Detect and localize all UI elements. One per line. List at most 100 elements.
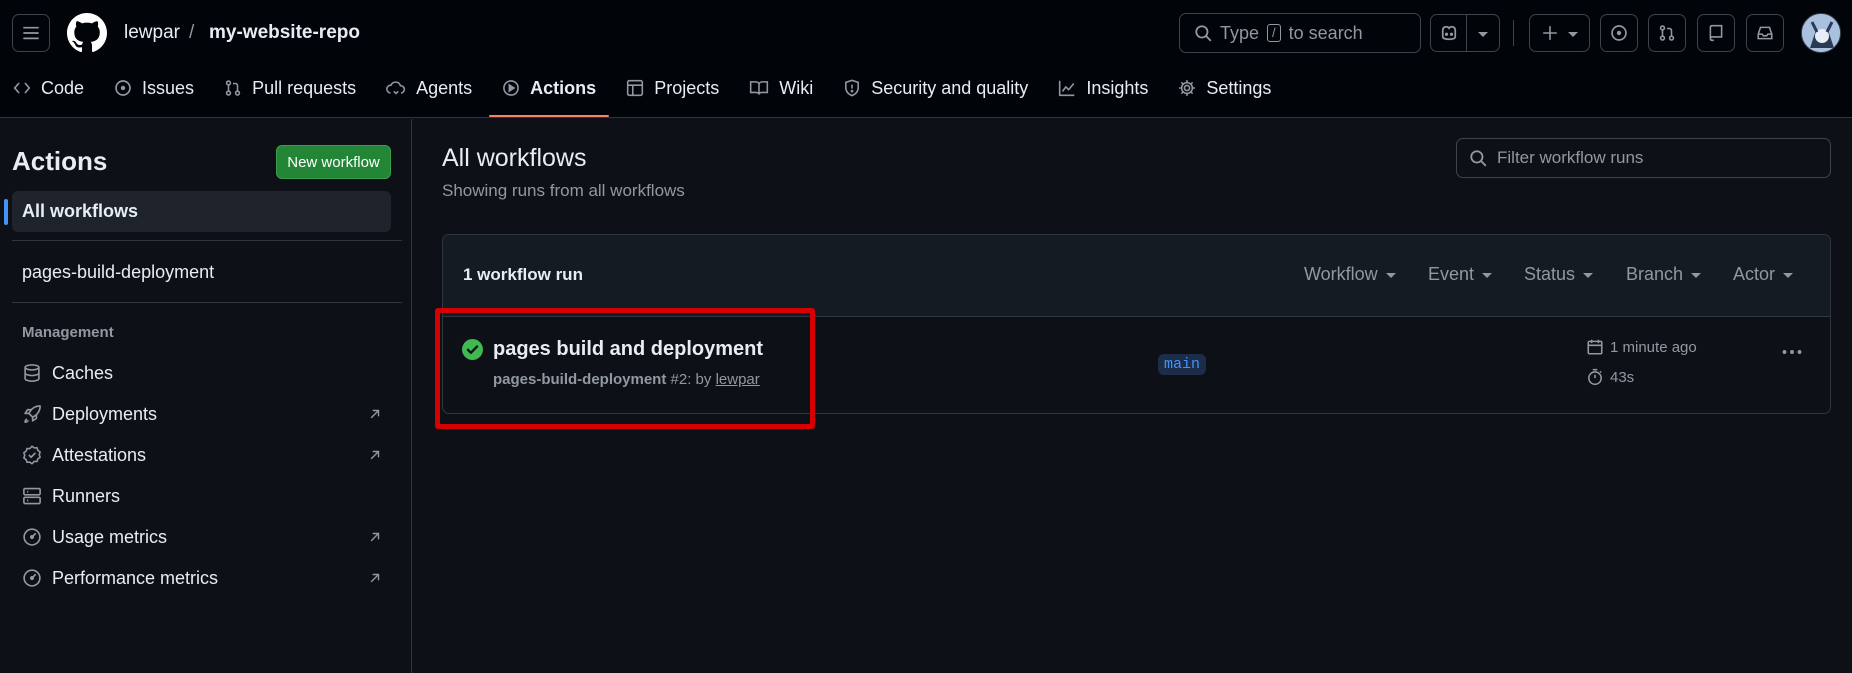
divider <box>12 302 402 303</box>
inbox-icon <box>1757 26 1773 40</box>
external-link-icon <box>368 571 382 585</box>
issues-button[interactable] <box>1600 14 1638 52</box>
rocket-icon <box>22 404 52 424</box>
tab-label: Actions <box>530 77 597 98</box>
external-link-icon <box>368 530 382 544</box>
menu-button[interactable] <box>12 14 50 52</box>
filter-placeholder: Filter workflow runs <box>1497 148 1644 167</box>
divider <box>12 240 402 241</box>
tab-security[interactable]: Security and quality <box>830 70 1041 106</box>
sidebar-item-runners[interactable]: Runners <box>22 481 382 511</box>
search-suffix: to search <box>1288 22 1363 43</box>
inbox-button[interactable] <box>1746 14 1784 52</box>
management-heading: Management <box>22 324 114 341</box>
tab-code[interactable]: Code <box>0 70 97 106</box>
tab-wiki[interactable]: Wiki <box>736 70 826 106</box>
sidebar-item-usage-metrics[interactable]: Usage metrics <box>22 522 382 552</box>
filter-workflow-runs-input[interactable]: Filter workflow runs <box>1456 138 1831 178</box>
verified-icon <box>22 445 52 465</box>
external-link-icon <box>368 407 382 421</box>
chevron-down-icon <box>1478 31 1488 37</box>
tab-agents[interactable]: Agents <box>373 70 485 106</box>
tab-insights[interactable]: Insights <box>1045 70 1161 106</box>
sidebar-item-label: Caches <box>52 362 114 383</box>
sidebar-item-label: Performance metrics <box>52 567 219 588</box>
repo-icon <box>1709 24 1723 42</box>
tab-label: Agents <box>416 77 473 98</box>
sidebar-item-pages-build-deployment[interactable]: pages-build-deployment <box>22 262 214 283</box>
external-link-icon <box>368 448 382 462</box>
page-subtitle: Showing runs from all workflows <box>442 181 685 200</box>
tab-label: Issues <box>142 77 195 98</box>
github-logo-icon[interactable] <box>67 13 107 53</box>
tab-label: Pull requests <box>252 77 357 98</box>
tab-label: Security and quality <box>871 77 1029 98</box>
tab-settings[interactable]: Settings <box>1165 70 1284 106</box>
sidebar-item-caches[interactable]: Caches <box>22 358 382 388</box>
repo-nav: Code Issues Pull requests Agents Actions… <box>0 70 1288 118</box>
server-icon <box>22 486 52 506</box>
run-time-ago: 1 minute ago <box>1610 338 1697 356</box>
branch-badge[interactable]: main <box>1158 354 1207 375</box>
tab-label: Wiki <box>779 77 814 98</box>
run-duration-value: 43s <box>1610 368 1635 386</box>
repositories-button[interactable] <box>1697 14 1735 52</box>
database-icon <box>22 363 52 383</box>
tab-pull-requests[interactable]: Pull requests <box>211 70 369 106</box>
issue-icon <box>115 80 131 96</box>
shield-icon <box>845 79 860 97</box>
tab-actions[interactable]: Actions <box>489 70 610 117</box>
tab-label: Insights <box>1086 77 1149 98</box>
sidebar-title: Actions <box>12 146 108 176</box>
highlight-annotation <box>435 308 815 429</box>
sidebar-item-label: Deployments <box>52 403 158 424</box>
table-icon <box>627 79 644 97</box>
copilot-button[interactable] <box>1431 15 1467 51</box>
calendar-icon <box>1587 339 1603 355</box>
copilot-button-group <box>1430 14 1500 52</box>
breadcrumb-separator: / <box>189 22 195 43</box>
tab-label: Projects <box>654 77 720 98</box>
actions-sidebar: Actions New workflow All workflows pages… <box>0 119 412 673</box>
gear-icon <box>1179 80 1196 96</box>
page-title: All workflows <box>442 144 587 172</box>
plus-icon <box>1542 26 1557 40</box>
search-icon <box>1195 25 1212 42</box>
tab-projects[interactable]: Projects <box>613 70 732 106</box>
kebab-menu-button[interactable] <box>1780 340 1804 364</box>
avatar[interactable] <box>1801 13 1841 53</box>
kebab-horizontal-icon <box>1782 350 1802 354</box>
meter-icon <box>22 527 52 547</box>
sidebar-item-label: Runners <box>52 485 121 506</box>
create-new-button[interactable] <box>1529 14 1590 52</box>
sidebar-item-performance-metrics[interactable]: Performance metrics <box>22 563 382 593</box>
stopwatch-icon <box>1588 368 1602 386</box>
new-workflow-button[interactable]: New workflow <box>276 145 391 179</box>
play-icon <box>503 80 520 96</box>
tab-label: Settings <box>1206 77 1272 98</box>
repo-name-link[interactable]: my-website-repo <box>209 22 360 44</box>
pull-requests-button[interactable] <box>1648 14 1686 52</box>
meter-icon <box>22 568 52 588</box>
run-duration: 43s <box>1586 368 1634 386</box>
header-divider <box>1513 20 1514 46</box>
tab-issues[interactable]: Issues <box>101 70 207 106</box>
hamburger-icon <box>23 26 39 40</box>
tab-label: Code <box>41 77 85 98</box>
search-input[interactable]: Type / to search <box>1179 13 1421 53</box>
sidebar-item-deployments[interactable]: Deployments <box>22 399 382 429</box>
graph-icon <box>1059 80 1075 97</box>
search-icon <box>1470 150 1487 167</box>
copilot-dropdown-button[interactable] <box>1467 15 1499 51</box>
search-prefix: Type <box>1220 22 1260 43</box>
sidebar-item-attestations[interactable]: Attestations <box>22 440 382 470</box>
sidebar-item-label: Attestations <box>52 444 147 465</box>
pull-request-icon <box>225 80 241 96</box>
chevron-down-icon <box>1567 31 1578 37</box>
repo-owner-link[interactable]: lewpar <box>124 22 180 44</box>
issue-icon <box>1611 25 1627 41</box>
code-icon <box>13 82 31 94</box>
copilot-icon <box>1441 25 1456 41</box>
search-shortcut-key: / <box>1267 24 1281 42</box>
sidebar-item-all-workflows[interactable]: All workflows <box>12 191 391 232</box>
